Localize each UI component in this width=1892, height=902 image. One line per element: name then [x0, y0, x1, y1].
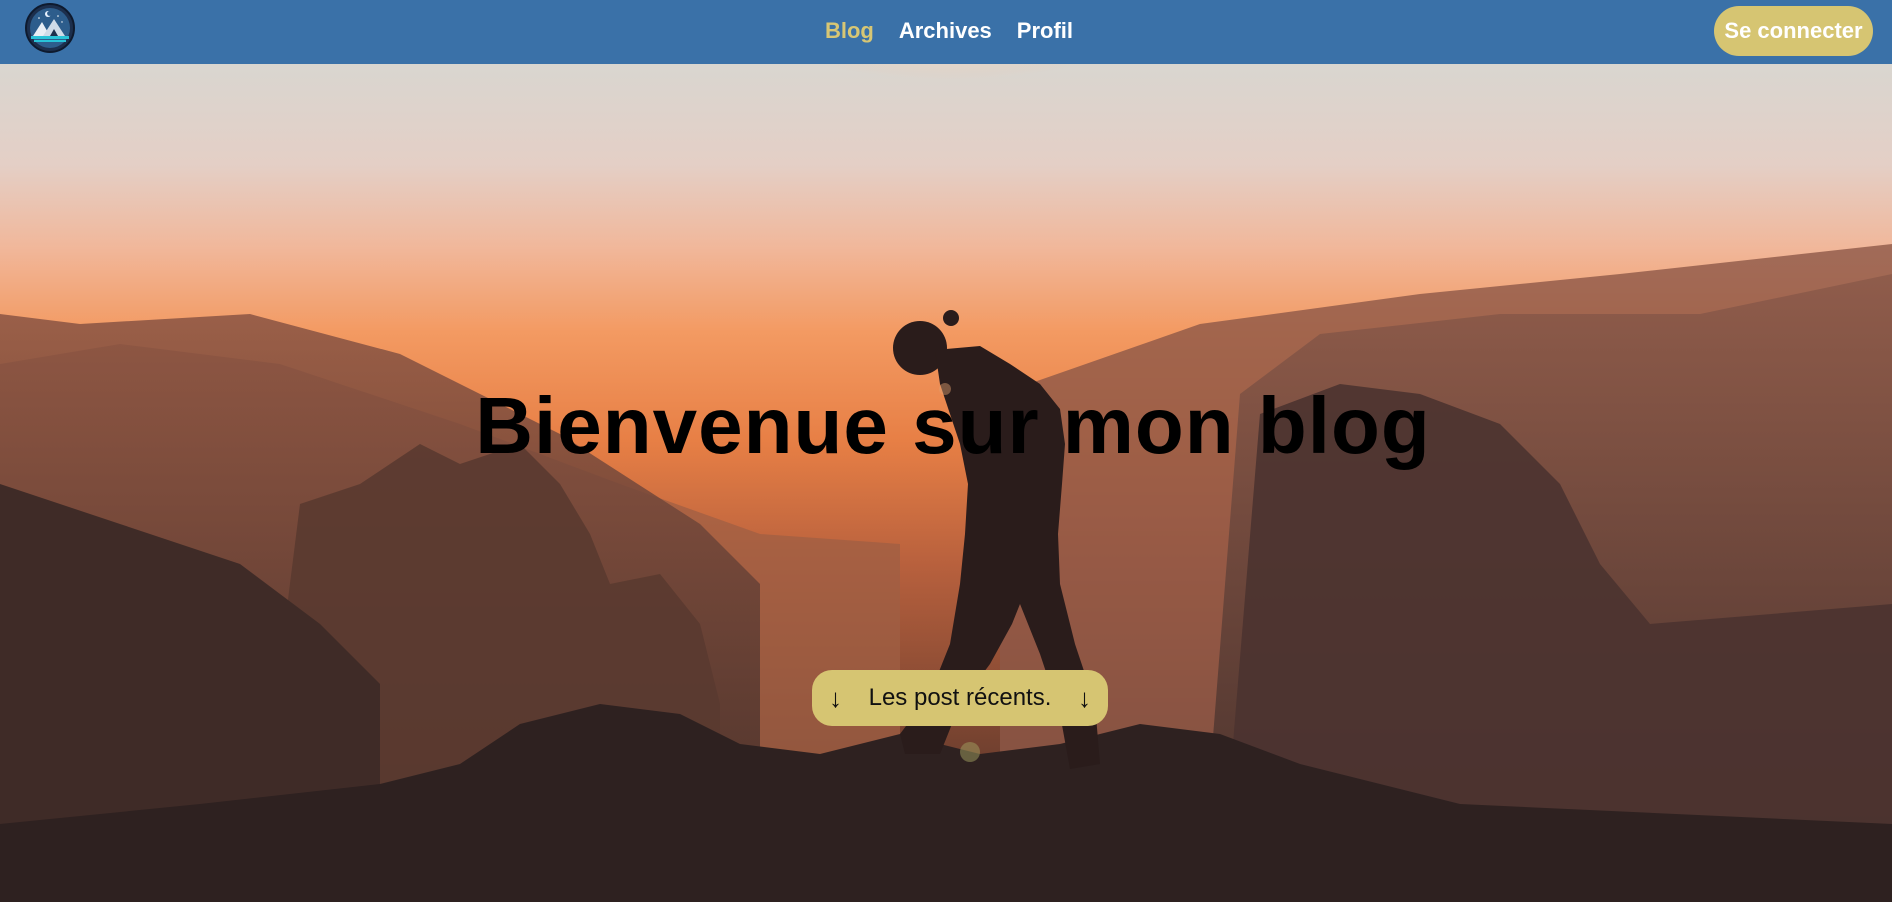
main-nav: Blog Archives Profil: [0, 0, 1892, 62]
arrow-down-icon: ↓: [829, 682, 842, 713]
page: Blog Archives Profil Se connecter Bienve…: [0, 0, 1892, 902]
nav-link-profil[interactable]: Profil: [1017, 18, 1073, 44]
hero-section: Bienvenue sur mon blog ↓ Les post récent…: [0, 64, 1892, 902]
nav-link-archives[interactable]: Archives: [899, 18, 992, 44]
hero-title: Bienvenue sur mon blog: [475, 381, 1431, 470]
nav-link-blog[interactable]: Blog: [825, 18, 874, 44]
login-button[interactable]: Se connecter: [1714, 6, 1873, 56]
recent-posts-label: Les post récents.: [868, 684, 1052, 711]
navbar: Blog Archives Profil Se connecter: [0, 0, 1892, 64]
hero-background-image: [0, 64, 1892, 902]
arrow-down-icon: ↓: [1077, 682, 1091, 713]
recent-posts-button[interactable]: ↓ Les post récents. ↓: [812, 670, 1108, 726]
